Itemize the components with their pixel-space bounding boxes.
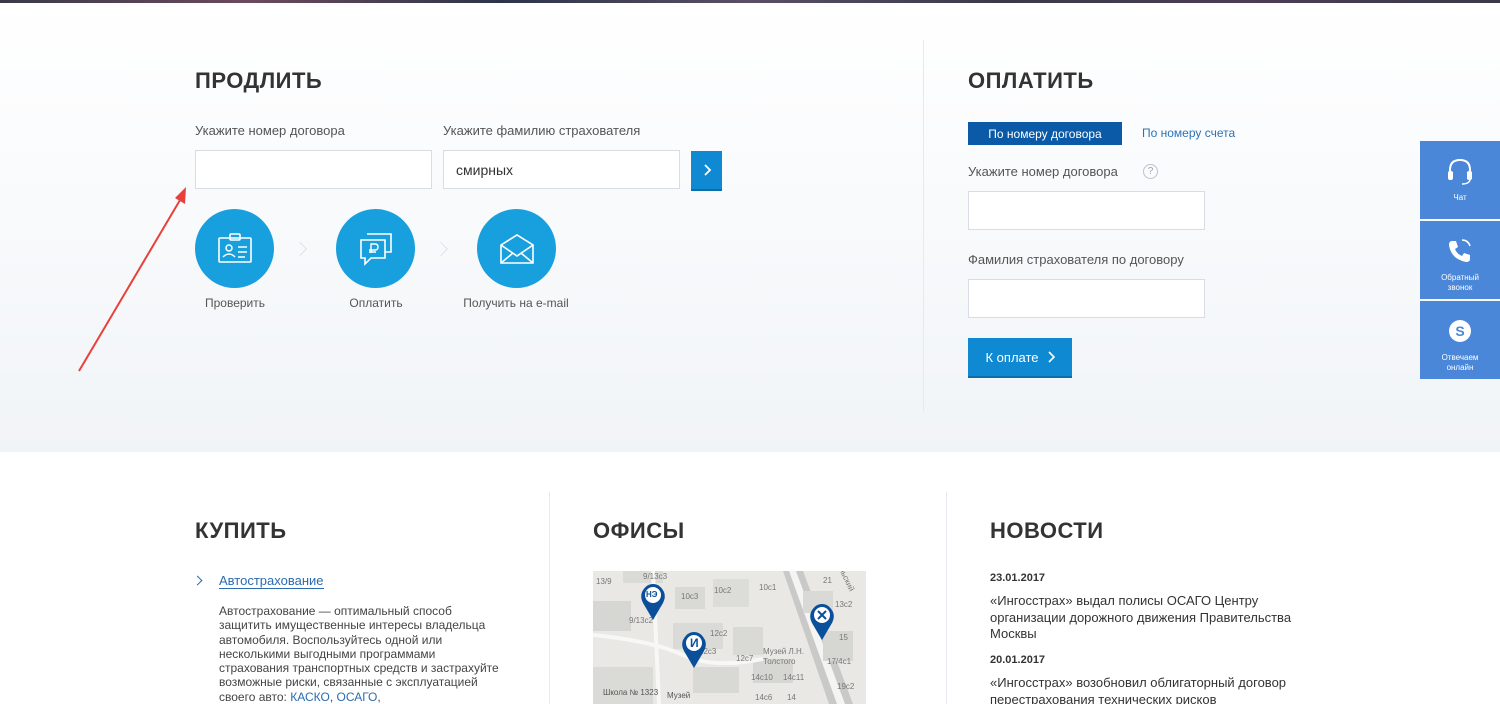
service-marker[interactable] <box>809 603 835 641</box>
map-label: 12c2 <box>710 629 728 638</box>
map-label: 10c1 <box>759 583 777 592</box>
pay-contract-input[interactable] <box>968 191 1205 230</box>
office-marker-label: НЭ <box>646 590 658 599</box>
pay-surname-input[interactable] <box>968 279 1205 318</box>
tab-by-contract[interactable]: По номеру договора <box>968 122 1122 145</box>
map-label: 19c2 <box>837 682 855 691</box>
sidebar-online-label: Отвечаем онлайн <box>1441 353 1479 372</box>
auto-insurance-description: Автострахование — оптимальный способ защ… <box>219 604 499 704</box>
pay-surname-label: Фамилия страхователя по договору <box>968 252 1184 267</box>
sidebar-chat-label: Чат <box>1453 193 1467 202</box>
help-icon[interactable]: ? <box>1143 164 1158 179</box>
pay-title: ОПЛАТИТЬ <box>968 68 1094 93</box>
map-label: 12c7 <box>736 654 754 663</box>
office-marker[interactable] <box>640 583 666 621</box>
sidebar-chat[interactable]: Чат <box>1420 141 1500 219</box>
phone-callback-icon <box>1449 239 1471 262</box>
map-label: 14c11 <box>783 673 805 682</box>
sidebar-online[interactable]: S Отвечаем онлайн <box>1420 301 1500 379</box>
chevron-right-icon <box>1047 351 1055 363</box>
map-label: 21 <box>823 576 832 585</box>
svg-text:S: S <box>1455 323 1464 339</box>
map-label: 10c2 <box>714 586 732 595</box>
sidebar-callback-label: Обратный звонок <box>1441 273 1479 292</box>
pay-submit-button[interactable]: К оплате <box>968 338 1072 378</box>
map-label: 14c10 <box>751 673 773 682</box>
buy-title: КУПИТЬ <box>195 518 287 543</box>
office-marker-label: И <box>690 636 699 650</box>
map-label: 10c3 <box>681 592 699 601</box>
map-label: 9/13c3 <box>643 572 668 581</box>
map-label: 13/9 <box>596 577 612 586</box>
map-label: 14 <box>787 693 796 702</box>
news-date: 20.01.2017 <box>990 654 1046 666</box>
headset-icon <box>1448 158 1472 185</box>
map-label: 13c2 <box>835 600 853 609</box>
sidebar-callback[interactable]: Обратный звонок <box>1420 221 1500 299</box>
map-label: Музей Л.Н. Толстого <box>763 647 804 666</box>
offices-map[interactable]: 13/9 9/13c3 9/13c2 10c3 10c1 10c2 21 13c… <box>593 571 866 704</box>
pay-submit-label: К оплате <box>985 349 1039 365</box>
column-divider <box>549 492 550 704</box>
osago-link[interactable]: ОСАГО <box>336 690 377 704</box>
map-label: 17/4c1 <box>827 657 852 666</box>
map-label: 14c6 <box>755 693 773 702</box>
kasko-link[interactable]: КАСКО <box>290 690 330 704</box>
offices-title: ОФИСЫ <box>593 518 685 543</box>
map-label: Школа № 1323 <box>603 688 659 697</box>
map-label: 15 <box>839 633 848 642</box>
map-label: Музей <box>667 691 691 700</box>
news-title: НОВОСТИ <box>990 518 1104 543</box>
auto-insurance-link[interactable]: Автострахование <box>219 573 324 589</box>
skype-icon: S <box>1449 320 1471 342</box>
news-item-link[interactable]: «Ингосстрах» возобновил облигаторный дог… <box>990 675 1310 704</box>
news-item-link[interactable]: «Ингосстрах» выдал полисы ОСАГО Центру о… <box>990 593 1310 643</box>
news-date: 23.01.2017 <box>990 572 1046 584</box>
tab-by-invoice[interactable]: По номеру счета <box>1142 126 1235 140</box>
column-divider <box>946 492 947 704</box>
pay-contract-label: Укажите номер договора <box>968 164 1118 179</box>
